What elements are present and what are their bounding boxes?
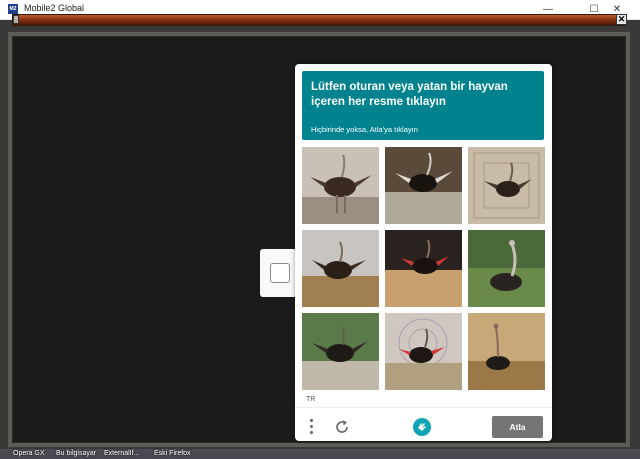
challenge-image-7[interactable] <box>302 313 379 390</box>
menu-icon[interactable] <box>309 419 315 437</box>
window-title: Mobile2 Global <box>24 3 85 13</box>
footer-divider <box>295 407 552 408</box>
challenge-prompt: Lütfen oturan veya yatan bir hayvan içer… <box>302 71 544 140</box>
game-top-bar <box>12 14 626 26</box>
challenge-image-5[interactable] <box>385 230 462 307</box>
challenge-image-9[interactable] <box>468 313 545 390</box>
desktop-shortcut-3[interactable]: ExternalIf... <box>104 450 139 457</box>
language-indicator: TR <box>306 396 316 403</box>
challenge-image-1[interactable] <box>302 147 379 224</box>
image-grid <box>302 147 545 392</box>
challenge-image-3[interactable] <box>468 147 545 224</box>
challenge-image-6[interactable] <box>468 230 545 307</box>
desktop-shortcut-labels: Opera GX Bu bilgisayar ExternalIf... Esk… <box>0 449 640 459</box>
challenge-image-2[interactable] <box>385 147 462 224</box>
game-bar-knob <box>13 15 19 24</box>
desktop-shortcut-4[interactable]: Eski Firefox <box>154 450 191 457</box>
captcha-challenge-panel: Lütfen oturan veya yatan bir hayvan içer… <box>295 64 552 441</box>
game-close-button[interactable]: ✕ <box>616 14 627 25</box>
desktop-shortcut-1[interactable]: Opera GX <box>13 450 45 457</box>
challenge-image-4[interactable] <box>302 230 379 307</box>
prompt-title: Lütfen oturan veya yatan bir hayvan içer… <box>311 81 508 108</box>
refresh-icon[interactable] <box>334 419 350 435</box>
challenge-image-8[interactable] <box>385 313 462 390</box>
app-window: M2 Mobile2 Global — ☐ ✕ ✕ Lütfen oturan … <box>0 0 640 449</box>
app-icon: M2 <box>8 4 18 14</box>
prompt-subtitle: Hiçbirinde yoksa, Atla'ya tıklayın <box>311 125 418 134</box>
captcha-checkbox[interactable] <box>270 263 290 283</box>
hcaptcha-logo-icon <box>412 417 432 437</box>
desktop-shortcut-2[interactable]: Bu bilgisayar <box>56 450 96 457</box>
skip-button[interactable]: Atla <box>492 416 543 438</box>
